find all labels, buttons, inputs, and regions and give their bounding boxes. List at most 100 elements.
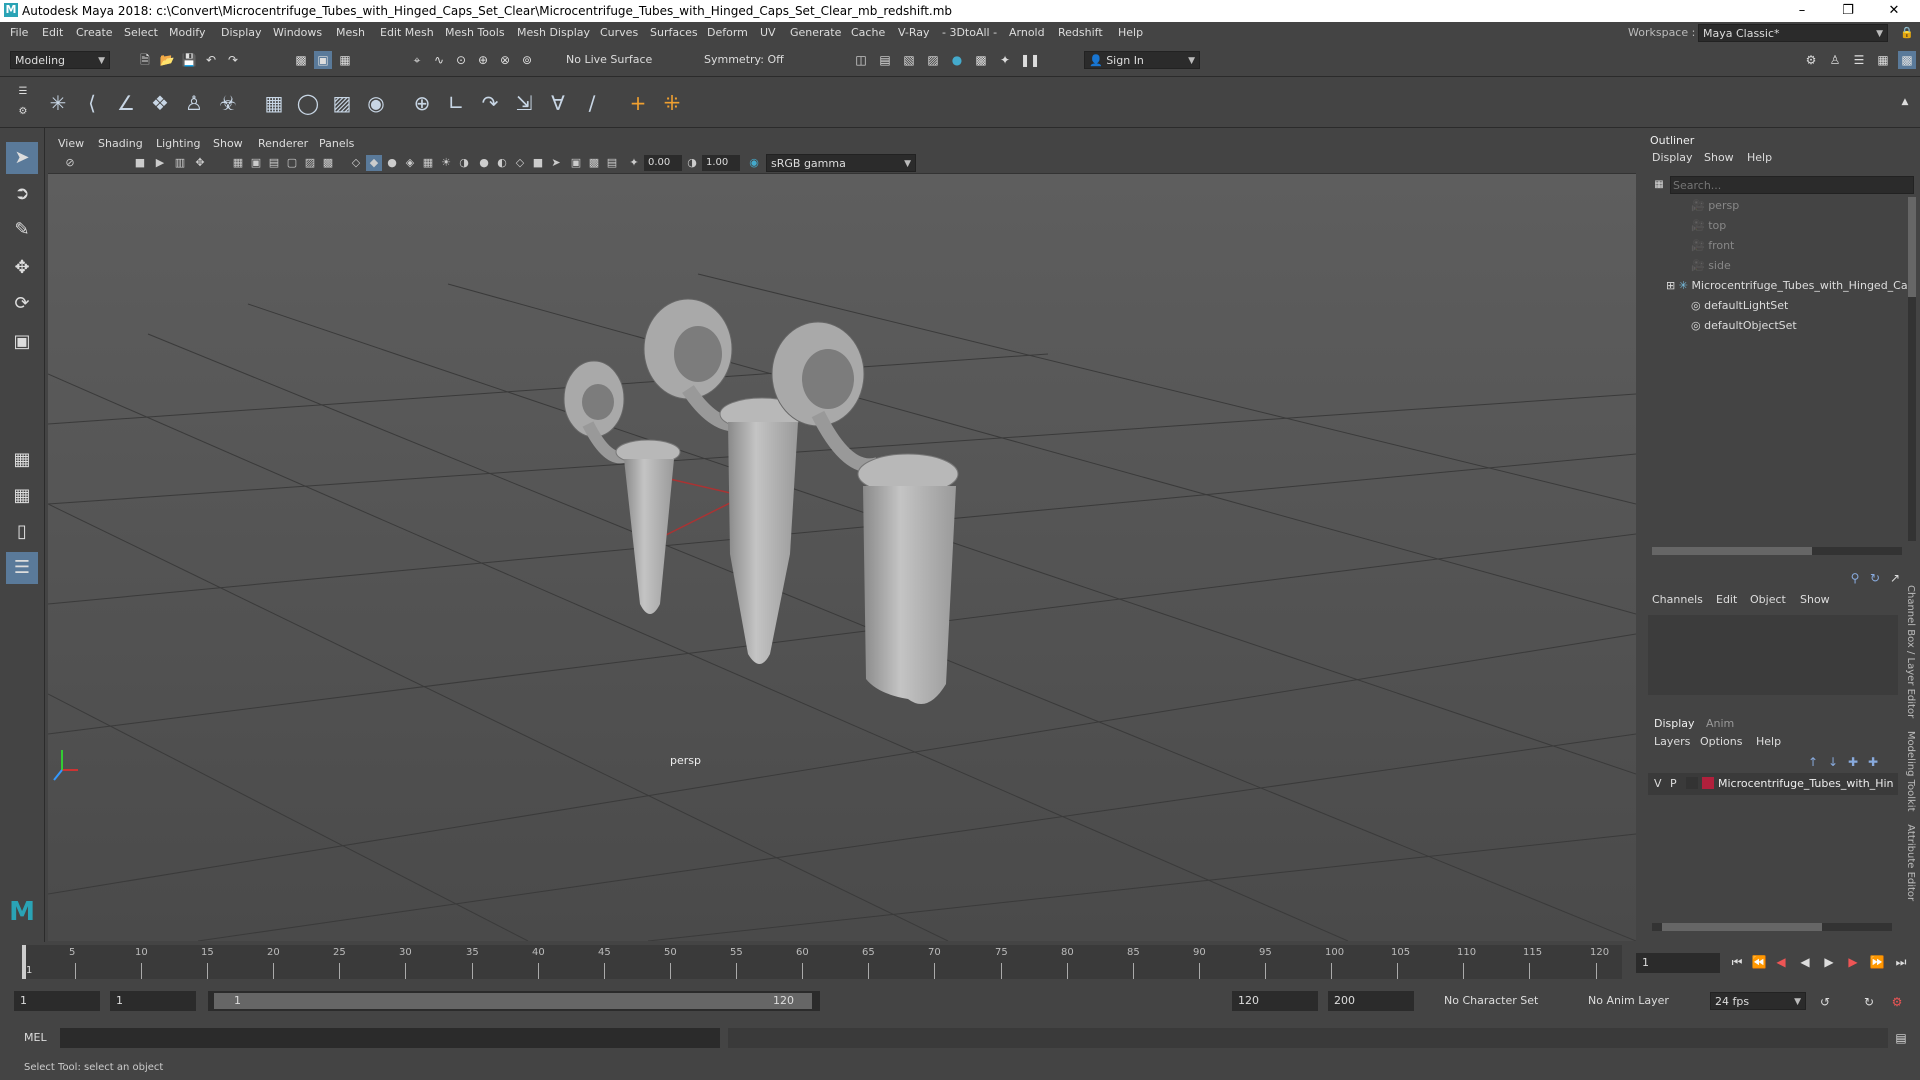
snap-view-plane-icon[interactable]: ⊕: [474, 51, 492, 69]
menu-file[interactable]: File: [10, 26, 28, 39]
viewport-menu-renderer[interactable]: Renderer: [258, 137, 308, 150]
lasso-tool-icon[interactable]: ➲: [6, 178, 38, 210]
wireframe-on-shaded-icon[interactable]: ◈: [402, 155, 418, 171]
layer-visibility-toggle[interactable]: V: [1654, 777, 1662, 790]
menu-arnold[interactable]: Arnold: [1009, 26, 1045, 39]
color-space-dropdown[interactable]: sRGB gamma ▼: [766, 154, 916, 172]
xray-components-icon[interactable]: ▤: [604, 155, 620, 171]
shelf-tabs-icon[interactable]: ☰: [14, 83, 32, 101]
menu-vray[interactable]: V-Ray: [898, 26, 930, 39]
scrollbar-thumb[interactable]: [1652, 547, 1812, 555]
animation-end-field[interactable]: 200: [1328, 991, 1414, 1011]
ik-spline-icon[interactable]: ∠: [112, 89, 140, 117]
live-surface-field[interactable]: No Live Surface: [562, 51, 662, 69]
xray-joints-icon[interactable]: ▩: [586, 155, 602, 171]
script-editor-icon[interactable]: ▤: [1892, 1029, 1910, 1047]
menu-modify[interactable]: Modify: [169, 26, 205, 39]
persp-outliner-icon[interactable]: ▯: [6, 516, 38, 548]
loop-icon[interactable]: ↺: [1816, 993, 1834, 1011]
channel-box-expand-icon[interactable]: ↗: [1886, 569, 1904, 587]
four-view-icon[interactable]: ▦: [6, 480, 38, 512]
outliner-item-object-set[interactable]: ◎ defaultObjectSet: [1691, 317, 1797, 335]
time-slider[interactable]: 1 5 10 15 20 25 30 35 40 45 50 55 60 65 70 75 80 85 90 95 1…: [0, 943, 1920, 983]
layer-playback-toggle[interactable]: P: [1670, 777, 1677, 790]
step-back-frame-icon[interactable]: ◀: [1772, 953, 1790, 971]
render-current-icon[interactable]: ▤: [876, 51, 894, 69]
layer-menu-options[interactable]: Options: [1700, 735, 1742, 748]
lock-icon[interactable]: 🔒: [1900, 26, 1914, 39]
cluster-icon[interactable]: ▦: [260, 89, 288, 117]
wireframe-icon[interactable]: ◇: [348, 155, 364, 171]
scrollbar-thumb[interactable]: [1662, 923, 1822, 931]
motion-blur-icon[interactable]: ◐: [494, 155, 510, 171]
move-layer-down-icon[interactable]: ↓: [1824, 753, 1842, 771]
menu-redshift[interactable]: Redshift: [1058, 26, 1103, 39]
parent-constraint-icon[interactable]: ∀: [544, 89, 572, 117]
snap-pivot-icon[interactable]: ⊚: [518, 51, 536, 69]
outliner-menu-help[interactable]: Help: [1747, 151, 1772, 164]
exposure-field[interactable]: 0.00: [644, 155, 682, 171]
field-chart-icon[interactable]: ▨: [302, 155, 318, 171]
select-tool-icon[interactable]: ➤: [6, 142, 38, 174]
minimize-button[interactable]: –: [1780, 1, 1824, 21]
menu-deform[interactable]: Deform: [707, 26, 748, 39]
menu-edit-mesh[interactable]: Edit Mesh: [380, 26, 434, 39]
xray-icon[interactable]: ▣: [568, 155, 584, 171]
go-to-end-icon[interactable]: ⏭: [1892, 953, 1910, 971]
play-forwards-icon[interactable]: ▶: [1820, 953, 1838, 971]
add-influence-icon[interactable]: +: [624, 89, 652, 117]
outliner-search-input[interactable]: [1670, 176, 1914, 194]
close-button[interactable]: ✕: [1872, 1, 1916, 21]
outliner-item-side[interactable]: 🎥 side: [1691, 257, 1731, 275]
command-language-label[interactable]: MEL: [24, 1031, 47, 1044]
resolution-gate-icon[interactable]: ▤: [266, 155, 282, 171]
maximize-button[interactable]: ❐: [1826, 1, 1870, 21]
sign-in-dropdown[interactable]: 👤 Sign In ▼: [1084, 51, 1200, 69]
pole-vector-icon[interactable]: ∕: [578, 89, 606, 117]
use-all-lights-icon[interactable]: ☀: [438, 155, 454, 171]
move-layer-up-icon[interactable]: ↑: [1804, 753, 1822, 771]
move-tool-icon[interactable]: ✥: [6, 252, 38, 284]
menu-3dtoall[interactable]: - 3DtoAll -: [942, 26, 997, 39]
side-tab-modeling-toolkit[interactable]: Modeling Toolkit: [1905, 731, 1916, 812]
channel-menu-show[interactable]: Show: [1800, 593, 1830, 606]
outliner-item-top[interactable]: 🎥 top: [1691, 217, 1726, 235]
select-by-hierarchy-icon[interactable]: ▩: [292, 51, 310, 69]
layer-horizontal-scrollbar[interactable]: [1652, 923, 1892, 931]
viewport-menu-show[interactable]: Show: [213, 137, 243, 150]
rotate-tool-icon[interactable]: ⟳: [6, 288, 38, 320]
animation-preferences-icon[interactable]: ⚙: [1888, 993, 1906, 1011]
channel-box-toggle-icon[interactable]: ▩: [1898, 51, 1916, 69]
layer-menu-help[interactable]: Help: [1756, 735, 1781, 748]
menu-mesh-display[interactable]: Mesh Display: [517, 26, 590, 39]
layer-row[interactable]: V P Microcentrifuge_Tubes_with_Hin: [1648, 773, 1898, 795]
menu-surfaces[interactable]: Surfaces: [650, 26, 698, 39]
viewport-menu-view[interactable]: View: [58, 137, 84, 150]
pause-viewport-icon[interactable]: ❚❚: [1020, 51, 1040, 69]
viewport-menu-panels[interactable]: Panels: [319, 137, 354, 150]
playback-start-field[interactable]: 1: [110, 991, 196, 1011]
menu-mesh-tools[interactable]: Mesh Tools: [445, 26, 505, 39]
step-forward-key-icon[interactable]: ⏩: [1868, 953, 1886, 971]
viewport-menu-shading[interactable]: Shading: [98, 137, 143, 150]
undo-icon[interactable]: ↶: [202, 51, 220, 69]
save-scene-icon[interactable]: 💾: [180, 51, 198, 69]
select-by-component-icon[interactable]: ▦: [336, 51, 354, 69]
aim-constraint-icon[interactable]: ∟: [442, 89, 470, 117]
isolate-select-icon[interactable]: ➤: [548, 155, 564, 171]
snap-surface-icon[interactable]: ⊗: [496, 51, 514, 69]
camera-attributes-icon[interactable]: ■: [132, 155, 148, 171]
layer-color-swatch[interactable]: [1702, 777, 1714, 789]
character-set-dropdown[interactable]: No Character Set: [1440, 992, 1580, 1010]
render-setup-icon[interactable]: ▩: [972, 51, 990, 69]
menu-uv[interactable]: UV: [760, 26, 776, 39]
new-layer-selected-icon[interactable]: ✚: [1864, 753, 1882, 771]
point-constraint-icon[interactable]: ⊕: [408, 89, 436, 117]
paint-select-icon[interactable]: ✎: [6, 214, 38, 246]
side-tab-attribute-editor[interactable]: Attribute Editor: [1905, 824, 1916, 901]
fps-dropdown[interactable]: 24 fps ▼: [1710, 992, 1806, 1010]
select-camera-icon[interactable]: ⊘: [62, 155, 78, 171]
new-layer-icon[interactable]: ✚: [1844, 753, 1862, 771]
smooth-shade-icon[interactable]: ◆: [366, 155, 382, 171]
render-view-icon[interactable]: ◫: [852, 51, 870, 69]
